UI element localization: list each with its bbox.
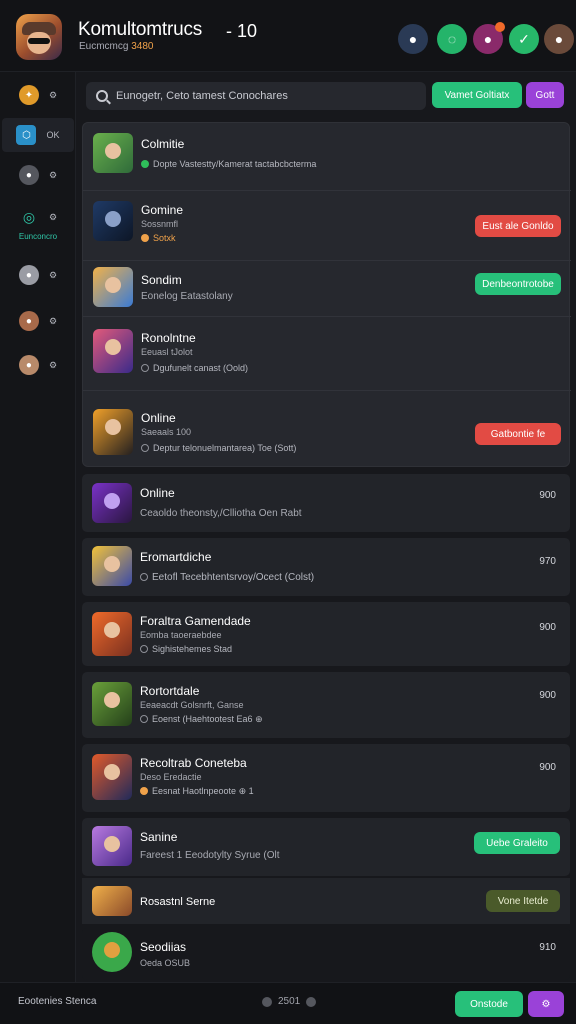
price-label: 900 — [539, 690, 556, 701]
sidebar-item-7[interactable]: ● ⚙ — [2, 348, 74, 382]
featured-game-list: Colmitie Dopte Vastestty/Kamerat tactabc… — [82, 122, 571, 467]
list-item[interactable]: Eromartdiche Eetofl Tecebhtentsrvoy/Ocec… — [82, 538, 570, 596]
gear-icon: ● — [18, 165, 39, 185]
next-page-icon[interactable] — [306, 996, 317, 1007]
pagination[interactable]: 2501 — [262, 996, 317, 1007]
app-subtitle: Eucmcmcg 3480 — [79, 41, 154, 52]
list-item[interactable]: Recoltrab Coneteba Deso Eredactie Eesnat… — [82, 744, 570, 812]
game-thumbnail — [92, 483, 132, 523]
sidebar-teal-label: Eunconcro — [18, 232, 58, 241]
price-label: 900 — [539, 622, 556, 633]
steam-icon: ◎ — [22, 208, 36, 225]
list-item[interactable]: Online Saeaals 100 Deptur telonuelmantar… — [83, 391, 571, 467]
app-logo[interactable] — [16, 14, 62, 60]
price-label: 970 — [539, 556, 556, 567]
list-item[interactable]: Online Ceaoldo theonsty,/Clliotha Oen Ra… — [82, 474, 570, 532]
avatar-icon: ● — [18, 311, 39, 331]
search-input[interactable]: Eunogetr, Ceto tamest Conochares — [86, 82, 426, 110]
check-green-icon[interactable]: ✓ — [509, 24, 539, 54]
avatar-blue-icon[interactable]: ● — [398, 24, 428, 54]
game-thumbnail — [93, 133, 133, 173]
list-item[interactable]: Gomine Sossnmfl Sotxk Eust ale Gonldo — [83, 191, 571, 261]
app-title: Komultomtrucs — [78, 19, 203, 40]
hexagon-icon: ⬡ — [16, 125, 37, 145]
list-item[interactable]: Foraltra Gamendade Eomba taoeraebdee Sig… — [82, 602, 570, 666]
game-thumbnail — [92, 932, 132, 972]
action-button[interactable]: Denbeontrotobe — [475, 273, 561, 295]
sidebar-item-6[interactable]: ● ⚙ — [2, 304, 74, 338]
secondary-action-button[interactable]: Gott — [526, 82, 564, 108]
list-item[interactable]: Seodiias Oeda OSUB 910 — [82, 928, 570, 980]
list-item[interactable]: Rortortdale Eeaeacdt Golsnrft, Ganse Eoe… — [82, 672, 570, 738]
price-label: 910 — [539, 942, 556, 953]
settings-icon: ⚙ — [541, 998, 551, 1010]
avatar-magenta-icon[interactable]: ● — [473, 22, 505, 54]
search-icon — [96, 90, 108, 102]
game-thumbnail — [92, 754, 132, 800]
game-thumbnail — [93, 409, 133, 455]
sidebar-item-5[interactable]: ● ⚙ — [2, 258, 74, 292]
main-panel: Eunogetr, Ceto tamest Conochares Vamet G… — [82, 72, 571, 982]
sidebar: ✦ ⚙ ⬡ OK ● ⚙ ◎ ⚙ Eunconcro ● ⚙ ● ⚙ ● ⚙ — [0, 72, 76, 982]
game-thumbnail — [93, 201, 133, 241]
game-thumbnail — [92, 826, 132, 866]
app-header: Komultomtrucs Eucmcmcg 3480 - 10 ● ◌ ● ✓… — [0, 0, 576, 72]
footer-status: Eootenies Stenca — [18, 996, 97, 1007]
sidebar-item-4[interactable]: ◎ ⚙ — [2, 200, 74, 234]
chat-green-icon[interactable]: ◌ — [437, 24, 467, 54]
list-item[interactable]: Colmitie Dopte Vastestty/Kamerat tactabc… — [83, 123, 571, 191]
sidebar-item-3[interactable]: ● ⚙ — [2, 158, 74, 192]
action-button[interactable]: Uebe Graleito — [474, 832, 560, 854]
footer-secondary-button[interactable]: ⚙ — [528, 991, 564, 1017]
action-button[interactable]: Gatbontie fe — [475, 423, 561, 445]
primary-action-button[interactable]: Vamet Goltiatx — [432, 82, 522, 108]
list-item[interactable]: Ronolntne Eeuasl tJolot Dgufunelt canast… — [83, 317, 571, 391]
action-button[interactable]: Vone Itetde — [486, 890, 560, 912]
avatar-brown-icon[interactable]: ● — [544, 24, 574, 54]
price-label: 900 — [539, 490, 556, 501]
price-label: 900 — [539, 762, 556, 773]
list-item[interactable]: Rosastnl Serne Vone Itetde — [82, 878, 570, 924]
avatar-icon: ● — [18, 355, 39, 375]
list-item[interactable]: Sanine Fareest 1 Eeodotylty Syrue (Olt U… — [82, 818, 570, 876]
avatar-icon: ● — [18, 265, 39, 285]
list-item[interactable]: Sondim Eonelog Eatastolany Denbeontrotob… — [83, 261, 571, 317]
sidebar-item-1[interactable]: ✦ ⚙ — [2, 78, 74, 112]
notification-count: - 10 — [226, 21, 258, 41]
game-thumbnail — [93, 267, 133, 307]
prev-page-icon[interactable] — [262, 996, 272, 1007]
game-thumbnail — [92, 682, 132, 726]
game-thumbnail — [92, 612, 132, 656]
game-thumbnail — [92, 546, 132, 586]
sidebar-item-2[interactable]: ⬡ OK — [2, 118, 74, 152]
footer-primary-button[interactable]: Onstode — [455, 991, 523, 1017]
game-thumbnail — [92, 886, 132, 916]
game-thumbnail — [93, 329, 133, 373]
app-footer: Eootenies Stenca 2501 Onstode ⚙ — [0, 982, 576, 1024]
gear-icon: ✦ — [18, 85, 39, 105]
action-button[interactable]: Eust ale Gonldo — [475, 215, 561, 237]
